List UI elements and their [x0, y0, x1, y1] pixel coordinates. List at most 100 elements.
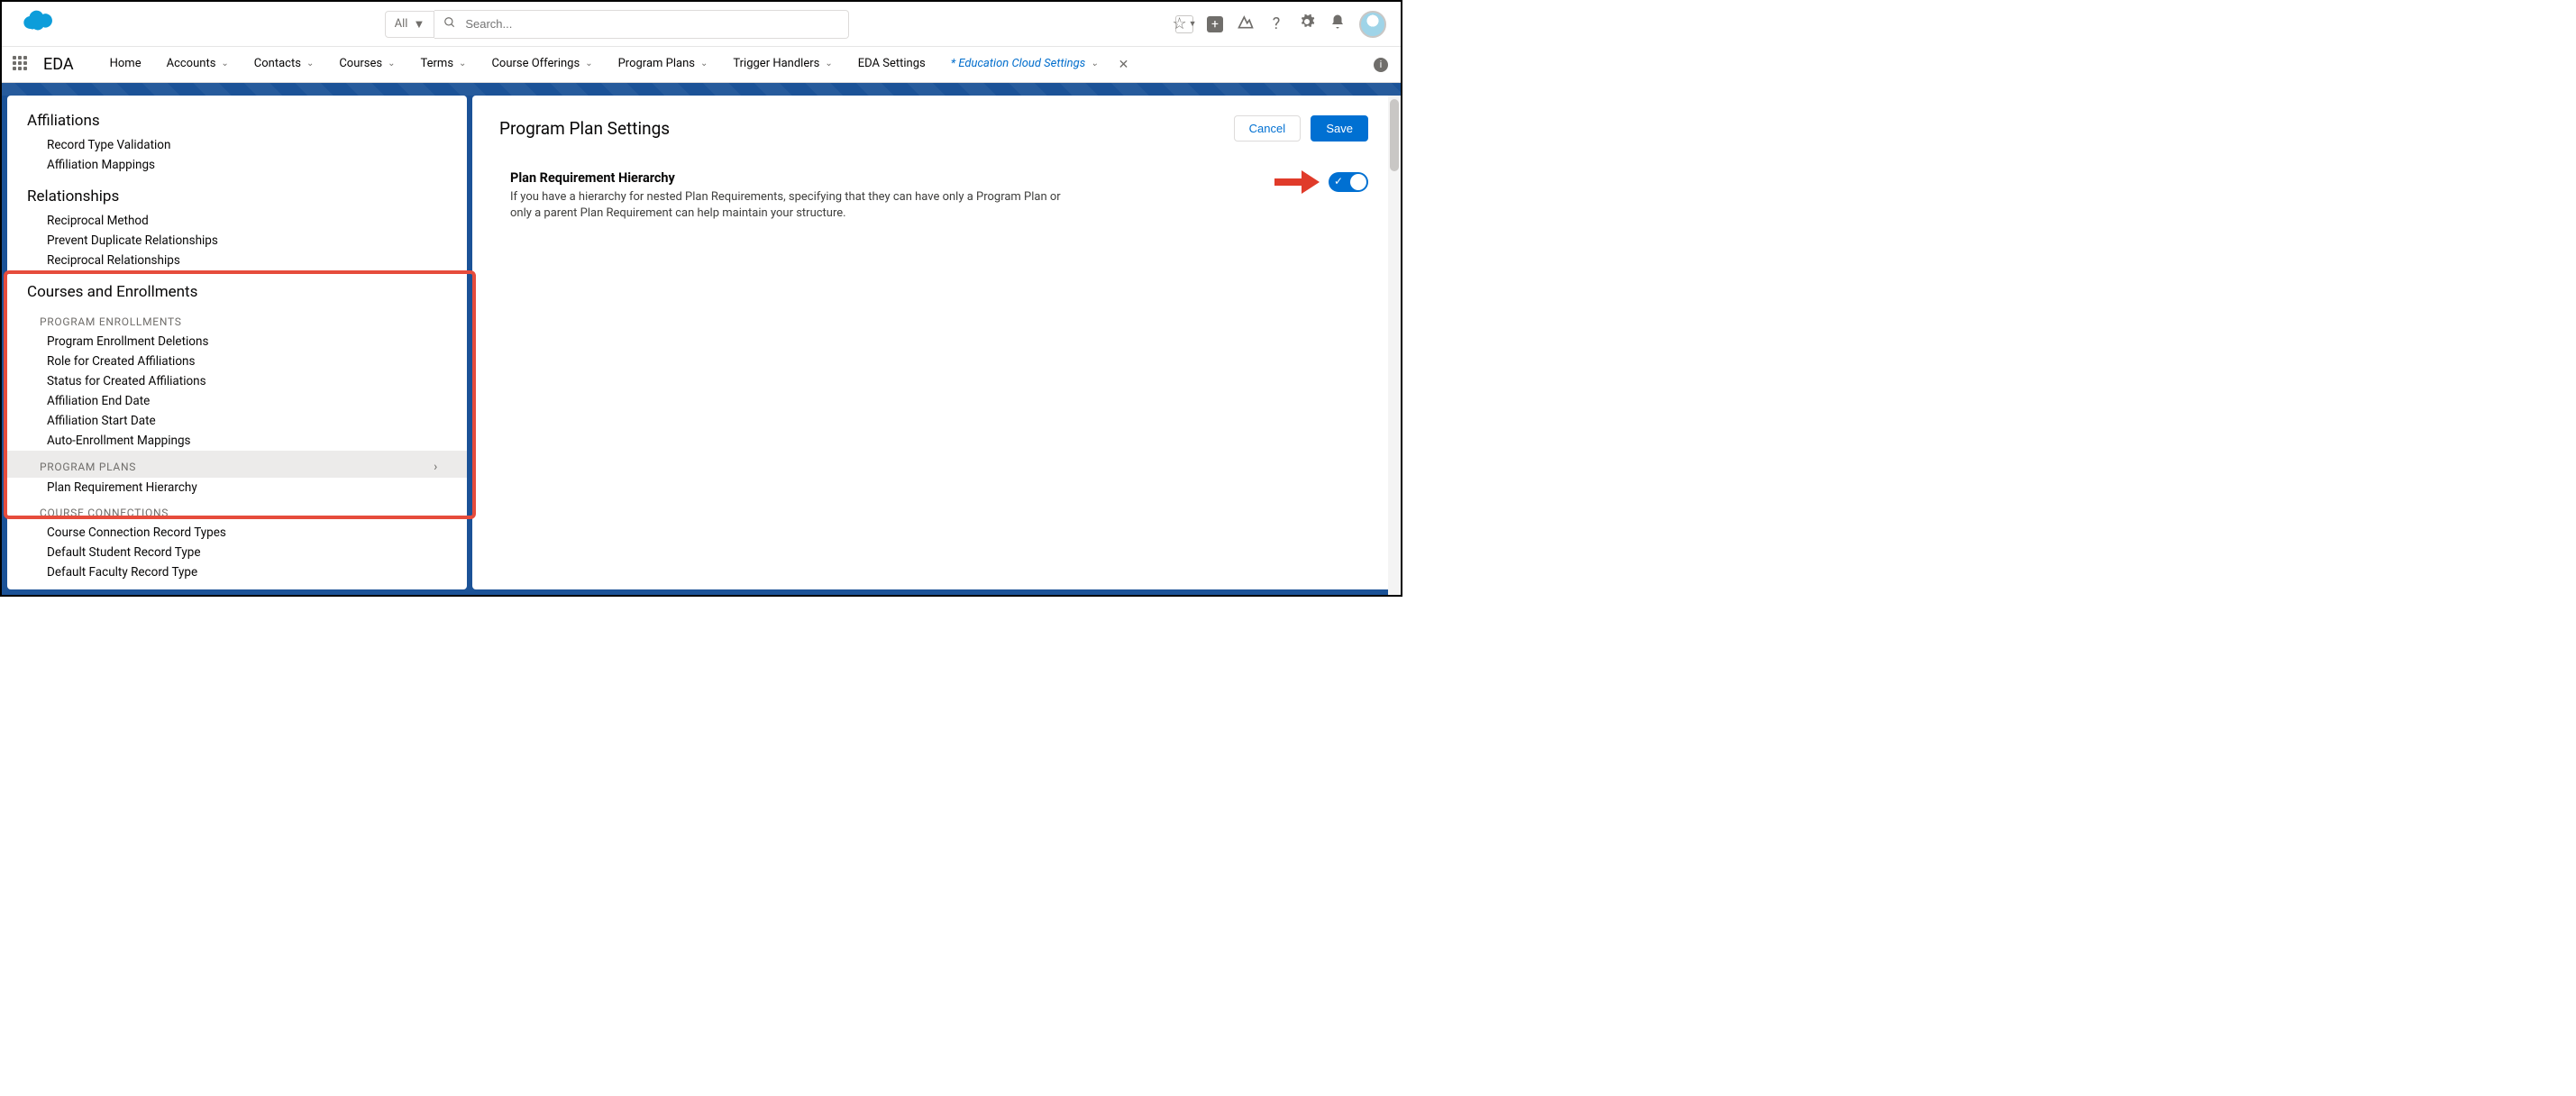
nav-tab[interactable]: Course Offerings ⌄ — [480, 48, 603, 82]
sidebar-item[interactable]: Affiliation Mappings — [7, 155, 467, 175]
question-icon: ? — [1273, 14, 1281, 33]
plus-icon: + — [1207, 16, 1223, 32]
app-frame: All ▼ ☆▼ + ? — [0, 0, 1402, 597]
sidebar-item[interactable]: Status for Created Affiliations — [7, 371, 467, 391]
chevron-down-icon: ⌄ — [825, 59, 832, 68]
sidebar-section-title[interactable]: Courses and Enrollments — [7, 279, 467, 306]
chevron-down-icon: ⌄ — [221, 59, 228, 68]
sidebar-item[interactable]: Reciprocal Method — [7, 211, 467, 231]
sidebar-item[interactable]: Affiliation End Date — [7, 391, 467, 411]
nav-tab[interactable]: Program Plans⌄ — [607, 48, 719, 82]
plan-requirement-hierarchy-toggle[interactable]: ✓ — [1329, 172, 1368, 192]
setting-label: Plan Requirement Hierarchy — [499, 170, 1076, 186]
nav-tab-label: Trigger Handlers — [733, 57, 819, 70]
nav-tab-label: Accounts — [167, 57, 216, 70]
chevron-down-icon: ▼ — [1189, 19, 1197, 29]
sidebar-subsection-label: PROGRAM ENROLLMENTS — [40, 315, 182, 328]
sidebar-item[interactable]: Prevent Duplicate Relationships — [7, 231, 467, 251]
nav-info-icon[interactable]: i — [1374, 58, 1388, 72]
settings-main-panel: Program Plan Settings Cancel Save Plan R… — [472, 96, 1395, 589]
chevron-down-icon: ⌄ — [459, 59, 466, 68]
sidebar-section-title[interactable]: Relationships — [7, 184, 467, 211]
nav-tab[interactable]: Terms ⌄ — [410, 48, 478, 82]
settings-sidebar: AffiliationsRecord Type ValidationAffili… — [7, 96, 467, 589]
nav-tab[interactable]: Trigger Handlers ⌄ — [722, 48, 843, 82]
page-scrollbar[interactable] — [1388, 96, 1401, 595]
global-header: All ▼ ☆▼ + ? — [2, 2, 1401, 47]
search-input[interactable] — [465, 17, 839, 31]
nav-tab[interactable]: * Education Cloud Settings ⌄ — [940, 48, 1110, 82]
sidebar-section-title[interactable]: Affiliations — [7, 108, 467, 135]
main-header: Program Plan Settings Cancel Save — [499, 115, 1368, 142]
sidebar-item[interactable]: Program Enrollment Deletions — [7, 332, 467, 352]
sidebar-item[interactable]: Auto-Enrollment Mappings — [7, 431, 467, 451]
star-icon: ☆ — [1172, 14, 1186, 33]
sidebar-item[interactable]: Record Type Validation — [7, 135, 467, 155]
app-nav-bar: EDA Home Accounts ⌄ Contacts ⌄ Courses ⌄ Terms ⌄… — [2, 47, 1401, 83]
chevron-down-icon: ⌄ — [585, 59, 592, 68]
nav-tab-label: Terms — [421, 57, 454, 70]
chevron-down-icon: ⌄ — [388, 59, 395, 68]
action-buttons: Cancel Save — [1234, 115, 1368, 142]
nav-tab-label: EDA Settings — [858, 57, 926, 70]
sidebar-item[interactable]: Plan Requirement Hierarchy — [7, 478, 467, 498]
sidebar-subsection-label: PROGRAM PLANS — [40, 461, 136, 473]
search-icon — [443, 16, 456, 32]
nav-tab[interactable]: Contacts ⌄ — [243, 48, 325, 82]
cancel-button[interactable]: Cancel — [1234, 115, 1301, 142]
sidebar-subsection-label: COURSE CONNECTIONS — [40, 507, 169, 519]
notifications-button[interactable] — [1329, 15, 1347, 33]
chevron-right-icon: › — [434, 460, 447, 474]
user-avatar[interactable] — [1359, 11, 1386, 38]
nav-tab-label: Course Offerings — [491, 57, 580, 70]
trailhead-icon — [1237, 13, 1255, 35]
callout-arrow-icon — [1274, 170, 1320, 194]
setting-text: Plan Requirement Hierarchy If you have a… — [499, 170, 1076, 222]
page-title: Program Plan Settings — [499, 118, 670, 139]
sidebar-subsection-header[interactable]: COURSE CONNECTIONS — [7, 498, 467, 523]
nav-tab-label: Courses — [339, 57, 382, 70]
bell-icon — [1329, 14, 1346, 34]
nav-tab[interactable]: Accounts ⌄ — [156, 48, 240, 82]
global-search: All ▼ — [385, 10, 850, 39]
check-icon: ✓ — [1334, 175, 1343, 187]
chevron-down-icon: ⌄ — [306, 59, 314, 68]
nav-tab[interactable]: Courses ⌄ — [328, 48, 406, 82]
sidebar-item[interactable]: Default Student Record Type — [7, 543, 467, 562]
sidebar-item[interactable]: Default Faculty Record Type — [7, 562, 467, 582]
search-scope-label: All — [395, 17, 408, 31]
nav-tab-label: Home — [110, 57, 142, 70]
nav-items: HomeAccounts⌄Contacts⌄Courses⌄Terms⌄Cour… — [99, 48, 1135, 82]
add-button[interactable]: + — [1206, 15, 1224, 33]
gear-icon — [1299, 14, 1315, 34]
sidebar-subsection-header[interactable]: PROGRAM PLANS › — [7, 451, 467, 478]
content-area: AffiliationsRecord Type ValidationAffili… — [2, 96, 1401, 595]
salesforce-logo-icon — [11, 9, 59, 40]
header-utility-icons: ☆▼ + ? — [1175, 11, 1392, 38]
favorites-button[interactable]: ☆▼ — [1175, 15, 1193, 33]
chevron-down-icon: ⌄ — [1091, 59, 1098, 68]
sidebar-item[interactable]: Affiliation Start Date — [7, 411, 467, 431]
close-tab-icon[interactable]: ✕ — [1113, 58, 1135, 72]
setting-row: Plan Requirement Hierarchy If you have a… — [499, 170, 1368, 222]
save-button[interactable]: Save — [1311, 115, 1368, 142]
sidebar-item[interactable]: Role for Created Affiliations — [7, 352, 467, 371]
search-scope-dropdown[interactable]: All ▼ — [385, 11, 435, 38]
nav-tab-label: * Education Cloud Settings — [951, 57, 1086, 70]
help-button[interactable]: ? — [1267, 15, 1285, 33]
sidebar-subsection-header[interactable]: PROGRAM ENROLLMENTS — [7, 306, 467, 332]
setting-description: If you have a hierarchy for nested Plan … — [499, 189, 1076, 222]
sidebar-item[interactable]: Reciprocal Relationships — [7, 251, 467, 270]
nav-tab-label: Contacts — [254, 57, 301, 70]
chevron-down-icon: ▼ — [413, 17, 425, 32]
nav-tab[interactable]: Home — [99, 48, 152, 82]
guidance-button[interactable] — [1237, 15, 1255, 33]
search-input-wrap — [434, 10, 849, 39]
setup-button[interactable] — [1298, 15, 1316, 33]
app-launcher-icon[interactable] — [13, 56, 31, 74]
nav-tab[interactable]: EDA Settings — [847, 48, 936, 82]
context-bar-band — [2, 83, 1401, 96]
app-name: EDA — [43, 55, 74, 74]
chevron-down-icon: ⌄ — [700, 59, 708, 68]
sidebar-item[interactable]: Course Connection Record Types — [7, 523, 467, 543]
